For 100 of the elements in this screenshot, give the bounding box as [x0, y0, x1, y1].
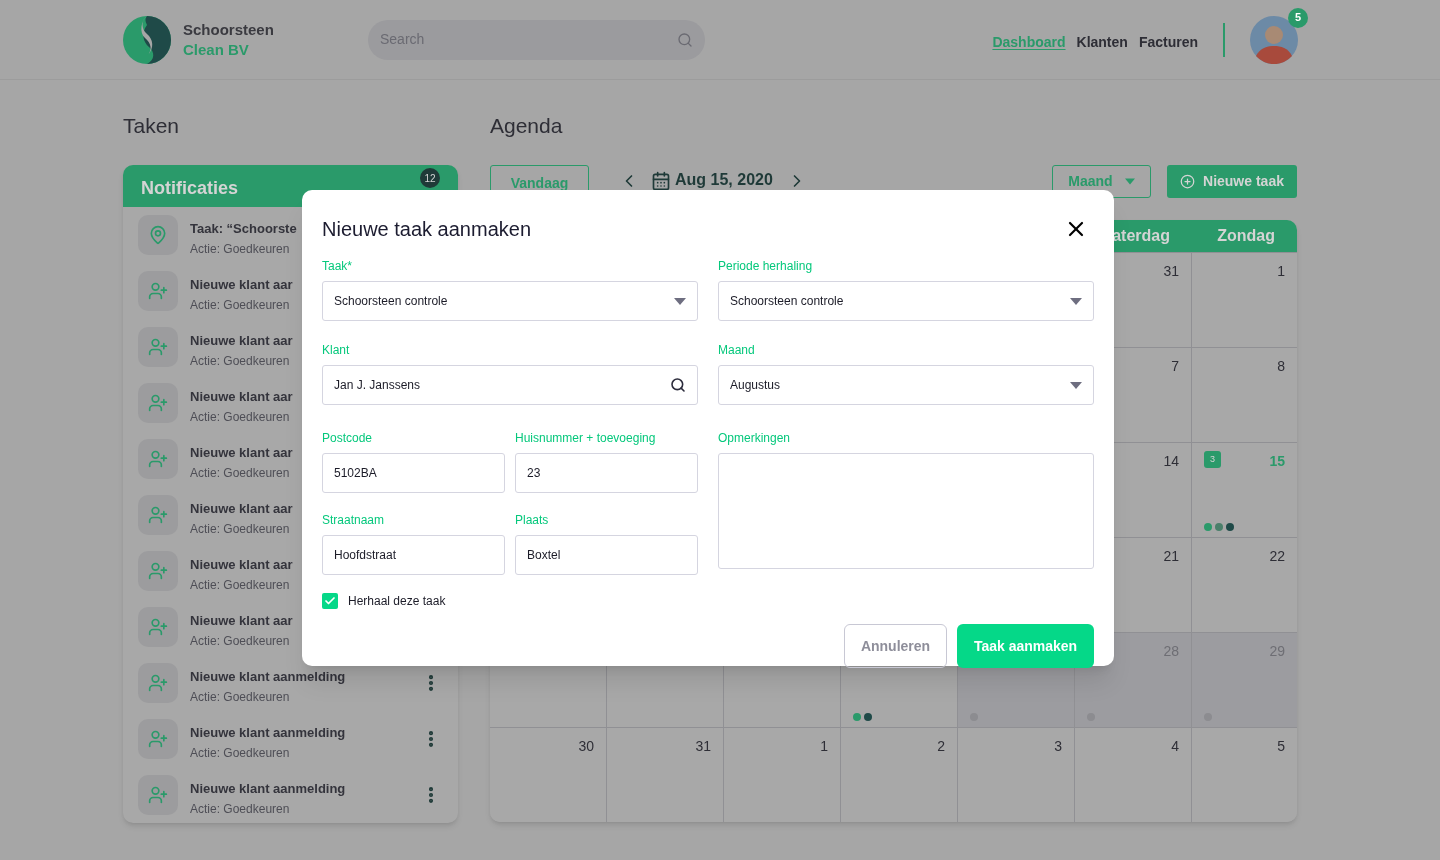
item-action: Actie: Goedkeuren: [190, 297, 290, 314]
day-cell[interactable]: 4: [1075, 728, 1192, 822]
item-title: Nieuwe klant aanmelding: [190, 668, 346, 686]
section-title: Agenda: [490, 113, 564, 139]
field-label: Plaats: [515, 513, 550, 528]
nav-link[interactable]: Facturen: [1138, 32, 1198, 53]
nav-link[interactable]: Klanten: [1076, 32, 1128, 53]
search-icon: [670, 377, 686, 393]
notification-badge: 5: [1288, 7, 1308, 28]
event-count-badge: 3: [1204, 451, 1221, 468]
section-title: Taken: [123, 113, 181, 139]
notification-item[interactable]: Nieuwe klant aanmelding Actie: Goedkeuren: [123, 711, 458, 767]
day-number: 4: [1171, 737, 1179, 756]
current-date: Aug 15, 2020: [675, 170, 773, 190]
item-title: Nieuwe klant aanmelding: [190, 724, 346, 742]
input-field[interactable]: 5102BA: [322, 453, 505, 493]
checkbox-label: Herhaal deze taak: [348, 593, 446, 610]
day-number: 15: [1269, 452, 1285, 471]
field-label: Opmerkingen: [718, 431, 792, 446]
day-cell[interactable]: 5: [1192, 728, 1297, 822]
map-pin-icon: [148, 225, 168, 245]
day-number: 21: [1163, 547, 1179, 566]
item-action: Actie: Goedkeuren: [190, 633, 290, 650]
item-action: Actie: Goedkeuren: [190, 689, 290, 706]
select-field[interactable]: Schoorsteen controle: [718, 281, 1094, 321]
day-number: 3: [1054, 737, 1062, 756]
panel-title: Notificaties: [141, 177, 240, 200]
caret-icon: [1124, 178, 1135, 185]
item-action: Actie: Goedkeuren: [190, 801, 290, 818]
user-plus-icon: [148, 561, 168, 581]
item-action: Actie: Goedkeuren: [190, 577, 290, 594]
search-icon: [677, 31, 693, 48]
user-plus-icon: [148, 673, 168, 693]
dialog-title: Nieuwe taak aanmaken: [322, 217, 532, 242]
user-plus-icon: [148, 729, 168, 749]
day-cell[interactable]: 2: [841, 728, 958, 822]
item-action: Actie: Goedkeuren: [190, 241, 290, 258]
user-plus-icon: [148, 281, 168, 301]
item-title: Nieuwe klant aar: [190, 612, 293, 630]
brand-name: Clean BV: [183, 39, 250, 60]
plus-icon: [1180, 174, 1196, 189]
item-title: Nieuwe klant aanmelding: [190, 780, 346, 798]
day-number: 7: [1171, 357, 1179, 376]
field-label: Maand: [718, 343, 756, 358]
repeat-checkbox[interactable]: [322, 593, 338, 609]
user-plus-icon: [148, 785, 168, 805]
day-number: 31: [1163, 262, 1179, 281]
field-label: Huisnummer + toevoeging: [515, 431, 657, 446]
item-title: Nieuwe klant aar: [190, 388, 293, 406]
weekday-label: aterdag: [1111, 226, 1171, 246]
notification-item[interactable]: Nieuwe klant aanmelding Actie: Goedkeuren: [123, 767, 458, 823]
day-number: 31: [695, 737, 711, 756]
caret-icon: [1070, 297, 1082, 305]
select-field[interactable]: Schoorsteen controle: [322, 281, 698, 321]
item-action: Actie: Goedkeuren: [190, 409, 290, 426]
cancel-button[interactable]: Annuleren: [844, 624, 947, 668]
field-label: Periode herhaling: [718, 259, 814, 274]
item-title: Nieuwe klant aar: [190, 556, 293, 574]
day-cell[interactable]: 3: [958, 728, 1075, 822]
brand-name: Schoorsteen: [183, 19, 274, 40]
weekday-label: Zondag: [1216, 226, 1276, 246]
day-number: 22: [1269, 547, 1285, 566]
input-field[interactable]: Hoofdstraat: [322, 535, 505, 575]
field-label: Straatnaam: [322, 513, 386, 528]
item-title: Nieuwe klant aar: [190, 332, 293, 350]
field-label: Taak*: [322, 259, 354, 274]
item-action: Actie: Goedkeuren: [190, 521, 290, 538]
item-action: Actie: Goedkeuren: [190, 745, 290, 762]
item-title: Nieuwe klant aar: [190, 444, 293, 462]
item-action: Actie: Goedkeuren: [190, 353, 290, 370]
day-cell[interactable]: 1: [724, 728, 841, 822]
count-badge: 12: [420, 168, 440, 188]
search-field[interactable]: Jan J. Janssens: [322, 365, 698, 405]
item-title: Nieuwe klant aar: [190, 500, 293, 518]
user-plus-icon: [148, 393, 168, 413]
item-title: Nieuwe klant aar: [190, 276, 293, 294]
day-number: 30: [578, 737, 594, 756]
field-label: Klant: [322, 343, 351, 358]
logo-icon: [123, 15, 173, 64]
day-number: 1: [820, 737, 828, 756]
day-cell[interactable]: 30: [490, 728, 607, 822]
caret-icon: [674, 297, 686, 305]
select-field[interactable]: Augustus: [718, 365, 1094, 405]
user-plus-icon: [148, 449, 168, 469]
caret-icon: [1070, 381, 1082, 389]
user-plus-icon: [148, 505, 168, 525]
check-icon: [324, 595, 336, 607]
input-field[interactable]: Boxtel: [515, 535, 698, 575]
user-plus-icon: [148, 617, 168, 637]
day-number: 2: [937, 737, 945, 756]
day-cell[interactable]: 31: [607, 728, 724, 822]
day-number: 5: [1277, 737, 1285, 756]
day-number: 8: [1277, 357, 1285, 376]
item-title: Taak: “Schoorste: [190, 220, 297, 238]
input-field[interactable]: 23: [515, 453, 698, 493]
field-label: Postcode: [322, 431, 374, 446]
item-action: Actie: Goedkeuren: [190, 465, 290, 482]
day-number: 14: [1163, 452, 1179, 471]
user-plus-icon: [148, 337, 168, 357]
calendar-icon: [651, 171, 671, 191]
